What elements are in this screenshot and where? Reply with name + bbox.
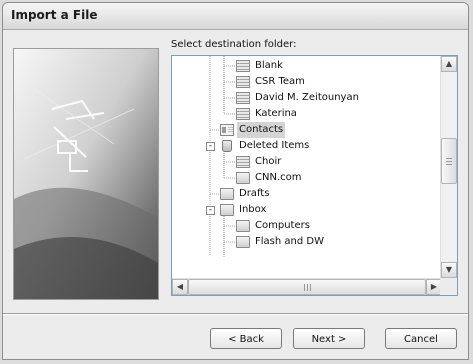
tree-item-label: Choir xyxy=(255,156,282,167)
folder-icon xyxy=(236,220,250,232)
scroll-left-button[interactable]: ◀ xyxy=(172,279,188,295)
contacts-folder-icon xyxy=(236,156,250,168)
tree-item-label: CSR Team xyxy=(255,76,305,87)
folder-icon xyxy=(220,204,234,216)
trash-icon xyxy=(222,140,232,152)
tree-item-label: Inbox xyxy=(239,204,267,215)
wizard-illustration xyxy=(14,49,158,299)
scroll-down-button[interactable]: ▼ xyxy=(441,262,457,278)
collapse-expander[interactable]: - xyxy=(206,142,215,151)
tree-item[interactable]: Drafts xyxy=(220,186,271,202)
tree-item-label: David M. Zeitounyan xyxy=(255,92,359,103)
folder-icon xyxy=(236,236,250,248)
tree-item-label: CNN.com xyxy=(255,172,302,183)
tree-item-label: Contacts xyxy=(237,122,286,138)
tree-item-label: Deleted Items xyxy=(239,140,310,151)
tree-item-label: Computers xyxy=(255,220,310,231)
tree-item[interactable]: Computers xyxy=(236,218,312,234)
cancel-button[interactable]: Cancel xyxy=(385,328,457,349)
folder-icon xyxy=(236,172,250,184)
folder-icon xyxy=(220,188,234,200)
tree-item-label: Katerina xyxy=(255,108,297,119)
tree-item[interactable]: Inbox xyxy=(220,202,268,218)
tree-item[interactable]: Choir xyxy=(236,154,283,170)
tree-item[interactable]: CNN.com xyxy=(236,170,303,186)
tree-item[interactable]: Katerina xyxy=(236,106,299,122)
destination-folder-label: Select destination folder: xyxy=(171,39,297,50)
back-button[interactable]: < Back xyxy=(210,328,282,349)
contacts-folder-icon xyxy=(236,60,250,72)
contacts-folder-icon xyxy=(236,92,250,104)
horizontal-scrollbar[interactable]: ◀ ▶ xyxy=(172,278,442,295)
tree-item[interactable]: Flash and DW xyxy=(236,234,326,250)
contacts-folder-icon xyxy=(236,108,250,120)
scroll-up-button[interactable]: ▲ xyxy=(441,56,457,72)
contacts-folder-icon xyxy=(236,76,250,88)
tree-item-label: Drafts xyxy=(239,188,270,199)
separator-line xyxy=(3,313,468,315)
scroll-corner xyxy=(440,278,457,295)
horizontal-scroll-thumb[interactable] xyxy=(188,279,426,295)
tree-item[interactable]: David M. Zeitounyan xyxy=(236,90,361,106)
tree-item-label: Blank xyxy=(255,60,283,71)
next-button[interactable]: Next > xyxy=(293,328,365,349)
tree-item-selected[interactable]: Contacts xyxy=(220,122,286,138)
wizard-side-image xyxy=(13,48,159,300)
vertical-scrollbar[interactable]: ▲ ▼ xyxy=(440,56,457,278)
import-file-dialog: Import a File Select destination folder:… xyxy=(2,2,469,360)
folder-tree[interactable]: Blank CSR Team David M. Zeitounyan Kater… xyxy=(171,55,458,296)
tree-item[interactable]: CSR Team xyxy=(236,74,307,90)
tree-item-label: Flash and DW xyxy=(255,236,324,247)
title-bar[interactable]: Import a File xyxy=(3,3,468,30)
collapse-expander[interactable]: - xyxy=(206,206,215,215)
tree-item[interactable]: Deleted Items xyxy=(220,138,311,154)
tree-item[interactable]: Blank xyxy=(236,58,285,74)
contact-card-icon xyxy=(220,124,234,136)
vertical-scroll-thumb[interactable] xyxy=(441,138,457,184)
dialog-title: Import a File xyxy=(11,8,98,22)
